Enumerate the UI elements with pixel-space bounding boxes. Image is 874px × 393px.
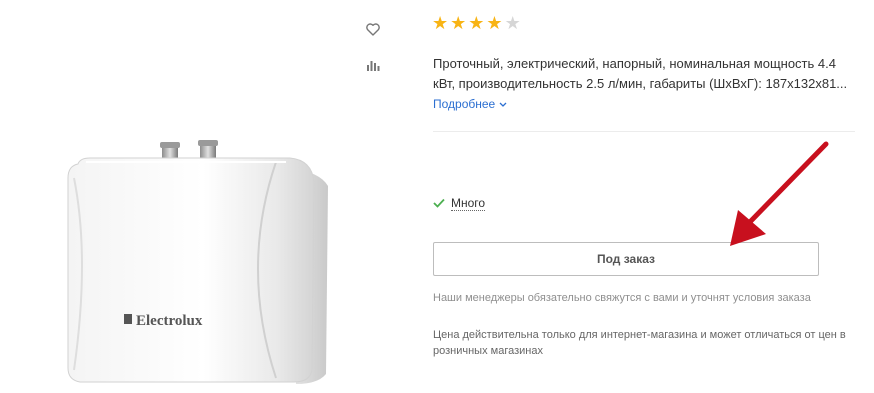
star-icon: ★ [486,13,503,33]
star-icon: ★ [468,13,485,33]
red-arrow [730,141,829,246]
divider [433,131,855,132]
order-note: Наши менеджеры обязательно свяжутся с ва… [433,292,811,304]
product-image: Electrolux [50,138,340,388]
star-icon: ★ [432,13,449,33]
product-description: Проточный, электрический, напорный, номи… [433,56,848,91]
more-link-label: Подробнее [433,97,496,111]
heart-icon [366,22,380,36]
checkmark-icon [433,197,445,211]
price-note: Цена действительна только для интернет-м… [433,329,846,357]
more-link[interactable]: Подробнее [433,97,507,111]
star-icon: ★ [504,13,521,33]
compare-button[interactable] [362,54,384,76]
compare-chart-icon [366,59,380,72]
svg-text:Electrolux: Electrolux [136,313,203,329]
availability-status: Много [433,196,486,211]
electrolux-logo: Electrolux [124,313,203,329]
availability-label[interactable]: Много [451,196,486,211]
rating-stars: ★ ★ ★ ★ ★ [432,14,521,32]
side-actions [362,18,384,90]
favorite-button[interactable] [362,18,384,40]
chevron-down-icon [499,97,507,111]
star-icon: ★ [450,13,467,33]
